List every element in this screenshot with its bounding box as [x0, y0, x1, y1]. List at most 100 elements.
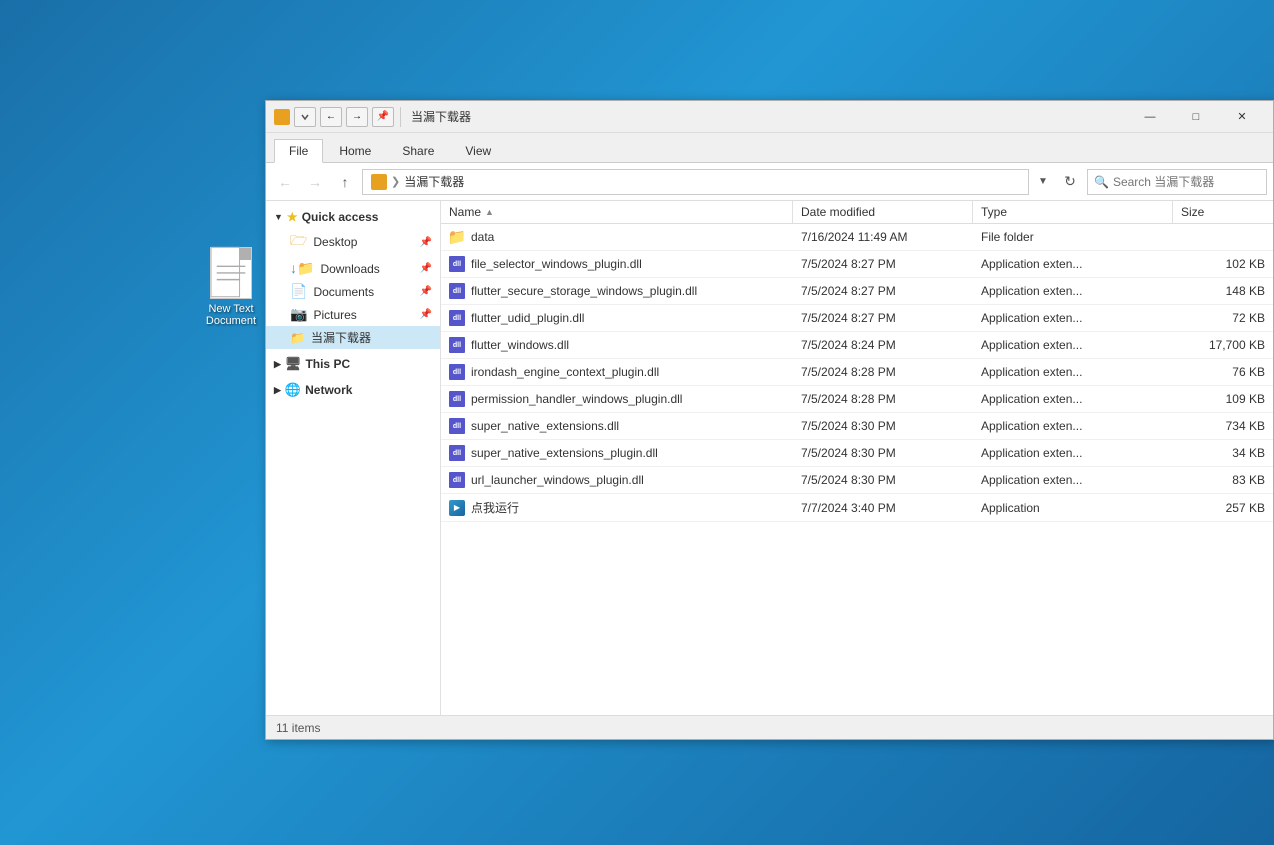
maximize-button[interactable]: □ — [1173, 101, 1219, 133]
dll-icon: dll — [449, 283, 465, 299]
file-type: Application exten... — [973, 468, 1173, 492]
tab-share[interactable]: Share — [387, 139, 449, 162]
quick-access-btn-1[interactable] — [294, 107, 316, 127]
file-rows-container: 📁 data 7/16/2024 11:49 AM File folder dl… — [441, 224, 1273, 522]
sort-arrow-name: ▲ — [485, 207, 494, 217]
up-button[interactable]: ↑ — [332, 169, 358, 195]
sidebar-item-current-folder[interactable]: 📁 当漏下载器 — [266, 326, 440, 349]
table-row[interactable]: dll permission_handler_windows_plugin.dl… — [441, 386, 1273, 413]
table-row[interactable]: dll url_launcher_windows_plugin.dll 7/5/… — [441, 467, 1273, 494]
document-icon — [210, 247, 252, 299]
file-size: 76 KB — [1173, 360, 1273, 384]
file-date: 7/5/2024 8:28 PM — [793, 387, 973, 411]
back-quick-btn[interactable]: ← — [320, 107, 342, 127]
address-dropdown-button[interactable]: ▼ — [1033, 169, 1053, 195]
file-type: Application exten... — [973, 360, 1173, 384]
file-name-cell: dll file_selector_windows_plugin.dll — [441, 251, 793, 277]
minimize-button[interactable]: — — [1127, 101, 1173, 133]
file-type: Application exten... — [973, 252, 1173, 276]
status-bar: 11 items — [266, 715, 1273, 739]
pin-quick-btn[interactable]: 📌 — [372, 107, 394, 127]
sidebar-item-documents-label: Documents — [313, 285, 374, 299]
tab-file[interactable]: File — [274, 139, 323, 163]
sidebar-item-desktop[interactable]: 🗁 Desktop 📌 — [266, 227, 440, 257]
file-size: 109 KB — [1173, 387, 1273, 411]
table-row[interactable]: dll irondash_engine_context_plugin.dll 7… — [441, 359, 1273, 386]
file-name: irondash_engine_context_plugin.dll — [471, 365, 659, 379]
table-row[interactable]: dll super_native_extensions.dll 7/5/2024… — [441, 413, 1273, 440]
table-row[interactable]: ▶ 点我运行 7/7/2024 3:40 PM Application 257 … — [441, 494, 1273, 522]
col-header-type[interactable]: Type — [973, 201, 1173, 223]
file-name: flutter_windows.dll — [471, 338, 569, 352]
desktop-icon-new-text-document[interactable]: New Text Document — [196, 247, 266, 327]
search-input[interactable] — [1113, 175, 1268, 189]
documents-folder-icon: 📄 — [290, 283, 307, 300]
file-size — [1173, 232, 1273, 242]
file-size: 148 KB — [1173, 279, 1273, 303]
file-date: 7/5/2024 8:27 PM — [793, 252, 973, 276]
desktop-icon-label: New Text Document — [196, 303, 266, 327]
file-type-icon: dll — [449, 364, 465, 380]
table-row[interactable]: dll flutter_windows.dll 7/5/2024 8:24 PM… — [441, 332, 1273, 359]
table-row[interactable]: dll flutter_udid_plugin.dll 7/5/2024 8:2… — [441, 305, 1273, 332]
file-date: 7/5/2024 8:30 PM — [793, 441, 973, 465]
close-button[interactable]: ✕ — [1219, 101, 1265, 133]
file-size: 83 KB — [1173, 468, 1273, 492]
refresh-button[interactable]: ↻ — [1057, 169, 1083, 195]
title-bar-separator — [400, 107, 401, 127]
col-header-name[interactable]: Name ▲ — [441, 201, 793, 223]
table-row[interactable]: 📁 data 7/16/2024 11:49 AM File folder — [441, 224, 1273, 251]
file-name: permission_handler_windows_plugin.dll — [471, 392, 682, 406]
file-name: super_native_extensions_plugin.dll — [471, 446, 658, 460]
explorer-window: ← → 📌 当漏下载器 — □ ✕ File Home Share View ←… — [265, 100, 1274, 740]
this-pc-label: This PC — [305, 357, 350, 371]
this-pc-header[interactable]: ▶ 🖥 This PC — [266, 353, 440, 375]
title-bar: ← → 📌 当漏下载器 — □ ✕ — [266, 101, 1273, 133]
file-type-icon: dll — [449, 472, 465, 488]
ribbon-tabs: File Home Share View — [266, 133, 1273, 163]
sidebar-item-documents[interactable]: 📄 Documents 📌 — [266, 280, 440, 303]
file-size: 34 KB — [1173, 441, 1273, 465]
file-name-cell: dll flutter_udid_plugin.dll — [441, 305, 793, 331]
pin-icon-downloads: 📌 — [420, 263, 432, 274]
table-row[interactable]: dll super_native_extensions_plugin.dll 7… — [441, 440, 1273, 467]
content-area: ▼ ★ Quick access 🗁 Desktop 📌 ↓📁 Download… — [266, 201, 1273, 715]
file-name-cell: dll super_native_extensions.dll — [441, 413, 793, 439]
file-name-cell: dll irondash_engine_context_plugin.dll — [441, 359, 793, 385]
network-header[interactable]: ▶ 🌐 Network — [266, 379, 440, 401]
file-type-icon: dll — [449, 283, 465, 299]
search-box[interactable]: 🔍 — [1087, 169, 1267, 195]
file-type-icon: dll — [449, 445, 465, 461]
file-size: 102 KB — [1173, 252, 1273, 276]
forward-quick-btn[interactable]: → — [346, 107, 368, 127]
file-date: 7/5/2024 8:30 PM — [793, 468, 973, 492]
dll-icon: dll — [449, 391, 465, 407]
col-header-date[interactable]: Date modified — [793, 201, 973, 223]
tab-home[interactable]: Home — [324, 139, 386, 162]
file-type-icon: dll — [449, 256, 465, 272]
sidebar-item-pictures-label: Pictures — [313, 308, 356, 322]
sidebar-item-downloads[interactable]: ↓📁 Downloads 📌 — [266, 257, 440, 280]
table-row[interactable]: dll file_selector_windows_plugin.dll 7/5… — [441, 251, 1273, 278]
item-count: 11 items — [276, 721, 320, 735]
exe-icon: ▶ — [449, 500, 465, 516]
file-type: Application exten... — [973, 306, 1173, 330]
forward-button[interactable]: → — [302, 169, 328, 195]
quick-access-header[interactable]: ▼ ★ Quick access — [266, 207, 440, 227]
dll-icon: dll — [449, 445, 465, 461]
table-row[interactable]: dll flutter_secure_storage_windows_plugi… — [441, 278, 1273, 305]
tab-view[interactable]: View — [450, 139, 506, 162]
address-field[interactable]: ❯ 当漏下载器 — [362, 169, 1029, 195]
back-button[interactable]: ← — [272, 169, 298, 195]
pin-icon-desktop: 📌 — [420, 237, 432, 248]
col-header-size[interactable]: Size — [1173, 201, 1273, 223]
file-date: 7/16/2024 11:49 AM — [793, 225, 973, 249]
this-pc-expand-icon: ▶ — [274, 359, 281, 370]
file-type-icon: dll — [449, 337, 465, 353]
sidebar-item-pictures[interactable]: 📷 Pictures 📌 — [266, 303, 440, 326]
file-type: Application exten... — [973, 387, 1173, 411]
sidebar-item-downloads-label: Downloads — [320, 262, 379, 276]
quick-access-label: Quick access — [302, 210, 379, 224]
file-date: 7/5/2024 8:27 PM — [793, 279, 973, 303]
file-type-icon: dll — [449, 418, 465, 434]
